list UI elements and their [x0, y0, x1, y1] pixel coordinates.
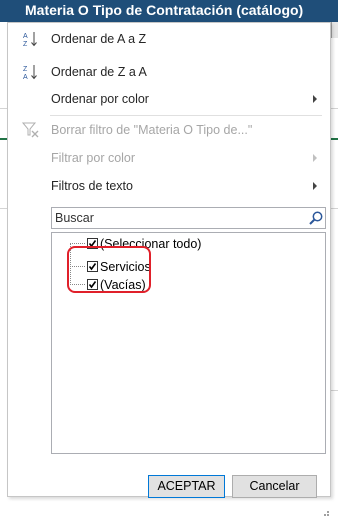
menu-separator [50, 115, 322, 116]
grid-line [331, 390, 338, 391]
annotation-highlight [67, 246, 151, 293]
clear-filter-label: Borrar filtro de "Materia O Tipo de..." [51, 123, 253, 137]
selected-cell-border [0, 138, 7, 140]
submenu-arrow-icon [313, 154, 317, 162]
search-icon [309, 211, 323, 225]
selected-cell-border [331, 138, 338, 140]
search-field[interactable] [51, 207, 326, 229]
text-filters-label: Filtros de texto [51, 179, 133, 193]
filter-by-color-item[interactable]: Filtrar por color [8, 146, 330, 170]
sort-descending-icon: Z A [23, 65, 37, 81]
grid-line [0, 208, 7, 209]
tree-connector [70, 243, 85, 244]
filter-dropdown-button[interactable] [331, 22, 338, 38]
resize-grip-icon[interactable] [320, 507, 330, 517]
submenu-arrow-icon [313, 95, 317, 103]
cancel-button[interactable]: Cancelar [232, 475, 317, 498]
submenu-arrow-icon [313, 182, 317, 190]
sort-z-to-a-item[interactable]: Z A Ordenar de Z a A [8, 60, 330, 84]
autofilter-menu: A Z Ordenar de A a Z Z A Ordenar de Z a … [7, 22, 331, 516]
filter-by-color-label: Filtrar por color [51, 151, 136, 165]
svg-text:Z: Z [23, 66, 28, 73]
sort-a-to-z-label: Ordenar de A a Z [51, 32, 147, 46]
text-filters-item[interactable]: Filtros de texto [8, 174, 330, 198]
grid-line [0, 108, 7, 109]
clear-filter-icon [22, 122, 39, 138]
grid-line [331, 108, 338, 109]
grid-line [331, 208, 338, 209]
svg-text:A: A [23, 33, 28, 40]
sort-a-to-z-item[interactable]: A Z Ordenar de A a Z [8, 27, 330, 51]
sort-z-to-a-label: Ordenar de Z a A [51, 65, 147, 79]
svg-text:A: A [23, 74, 28, 81]
clear-filter-item[interactable]: Borrar filtro de "Materia O Tipo de..." [8, 118, 330, 142]
sort-by-color-label: Ordenar por color [51, 92, 149, 106]
svg-text:Z: Z [23, 41, 28, 48]
sort-by-color-item[interactable]: Ordenar por color [8, 87, 330, 111]
sort-ascending-icon: A Z [23, 32, 37, 48]
ok-button[interactable]: ACEPTAR [148, 475, 225, 498]
search-input[interactable] [55, 209, 295, 227]
column-header-title: Materia O Tipo de Contratación (catálogo… [0, 0, 338, 22]
